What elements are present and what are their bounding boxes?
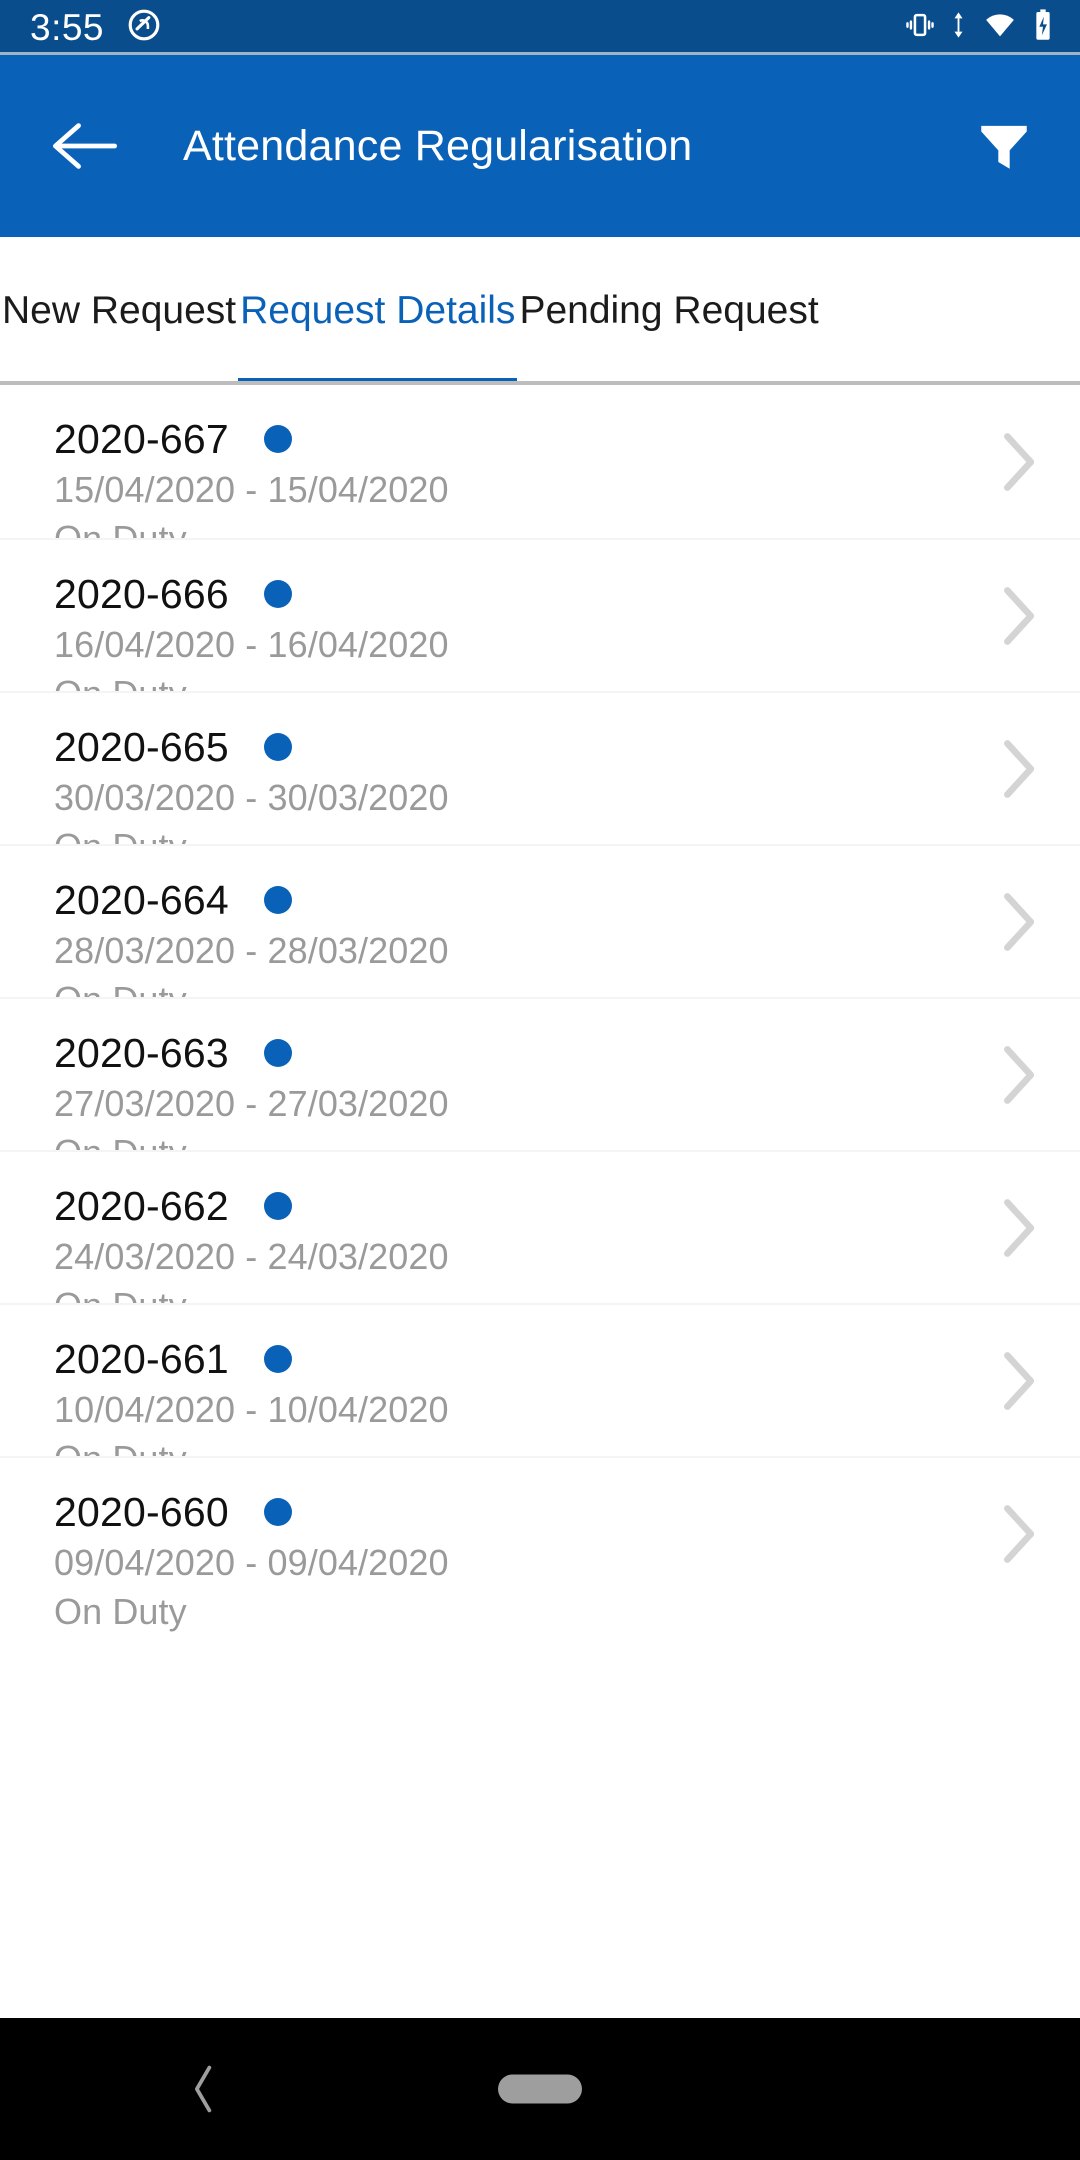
nav-back-button[interactable] — [178, 2063, 230, 2115]
table-row[interactable]: 2020-663 27/03/2020 - 27/03/2020 On Duty — [0, 997, 1080, 1173]
row-header: 2020-660 — [54, 1486, 1080, 1538]
row-header: 2020-661 — [54, 1333, 1080, 1385]
back-button[interactable] — [46, 107, 124, 185]
row-header: 2020-664 — [54, 874, 1080, 926]
app-bar: Attendance Regularisation — [0, 55, 1080, 237]
do-not-disturb-icon — [126, 7, 162, 48]
table-row[interactable]: 2020-660 09/04/2020 - 09/04/2020 On Duty — [0, 1456, 1080, 1632]
vibrate-icon — [904, 9, 936, 46]
battery-charging-icon — [1032, 8, 1054, 47]
chevron-right-icon — [1004, 1198, 1035, 1257]
status-badge — [263, 1498, 292, 1526]
table-row[interactable]: 2020-665 30/03/2020 - 30/03/2020 On Duty — [0, 691, 1080, 867]
row-header: 2020-663 — [54, 1027, 1080, 1079]
filter-button[interactable] — [966, 108, 1042, 184]
table-row[interactable]: 2020-661 10/04/2020 - 10/04/2020 On Duty — [0, 1303, 1080, 1479]
table-row[interactable]: 2020-664 28/03/2020 - 28/03/2020 On Duty — [0, 844, 1080, 1020]
request-date-range: 24/03/2020 - 24/03/2020 — [54, 1236, 449, 1277]
chevron-right-icon — [1004, 586, 1035, 645]
request-type: On Duty — [54, 1591, 187, 1632]
phone-screen: 3:55 Attendance Regularisation New Reque… — [0, 0, 1080, 2160]
row-header: 2020-662 — [54, 1180, 1080, 1232]
tab-new-request[interactable]: New Request — [0, 237, 238, 385]
row-header: 2020-665 — [54, 721, 1080, 773]
request-list[interactable]: 2020-667 15/04/2020 - 15/04/2020 On Duty… — [0, 385, 1080, 2018]
chevron-right-icon — [1004, 739, 1035, 798]
data-transfer-arrows-icon — [949, 9, 968, 46]
tab-bar: New Request Request Details Pending Requ… — [0, 237, 1080, 385]
status-badge — [263, 1192, 292, 1220]
request-date-range: 09/04/2020 - 09/04/2020 — [54, 1542, 449, 1583]
chevron-right-icon — [1004, 1351, 1035, 1410]
nav-back-icon — [194, 2065, 212, 2113]
nav-home-button[interactable] — [498, 2074, 582, 2104]
page-title: Attendance Regularisation — [183, 121, 693, 170]
request-date-range: 15/04/2020 - 15/04/2020 — [54, 469, 449, 510]
filter-funnel-icon — [981, 125, 1027, 169]
android-navigation-bar — [0, 2018, 1080, 2160]
tab-pending-request[interactable]: Pending Request — [517, 237, 820, 385]
status-badge — [263, 733, 292, 761]
request-id: 2020-663 — [54, 1029, 229, 1076]
chevron-right-icon — [1004, 432, 1035, 491]
tab-request-details[interactable]: Request Details — [238, 237, 518, 385]
status-bar: 3:55 — [0, 0, 1080, 55]
status-badge — [263, 1039, 292, 1067]
request-id: 2020-667 — [54, 415, 229, 462]
tab-label: Pending Request — [519, 289, 819, 332]
table-row[interactable]: 2020-662 24/03/2020 - 24/03/2020 On Duty — [0, 1150, 1080, 1326]
row-header: 2020-666 — [54, 568, 1080, 620]
request-id: 2020-661 — [54, 1335, 229, 1382]
chevron-right-icon — [1004, 1045, 1035, 1104]
request-date-range: 10/04/2020 - 10/04/2020 — [54, 1389, 449, 1430]
status-badge — [263, 886, 292, 914]
request-date-range: 16/04/2020 - 16/04/2020 — [54, 624, 449, 665]
table-row[interactable]: 2020-667 15/04/2020 - 15/04/2020 On Duty — [0, 385, 1080, 559]
status-badge — [263, 425, 292, 453]
request-date-range: 27/03/2020 - 27/03/2020 — [54, 1083, 449, 1124]
request-id: 2020-665 — [54, 723, 229, 770]
chevron-right-icon — [1004, 1504, 1035, 1563]
request-date-range: 28/03/2020 - 28/03/2020 — [54, 930, 449, 971]
status-badge — [263, 580, 292, 608]
table-row[interactable]: 2020-666 16/04/2020 - 16/04/2020 On Duty — [0, 538, 1080, 714]
chevron-right-icon — [1004, 892, 1035, 951]
request-date-range: 30/03/2020 - 30/03/2020 — [54, 777, 449, 818]
tab-label: New Request — [2, 289, 237, 332]
request-id: 2020-664 — [54, 876, 229, 923]
status-bar-left: 3:55 — [30, 7, 162, 48]
request-id: 2020-666 — [54, 570, 229, 617]
tab-label: Request Details — [240, 289, 516, 332]
status-badge — [263, 1345, 292, 1373]
wifi-icon — [981, 9, 1019, 46]
back-arrow-icon — [52, 123, 118, 169]
status-clock: 3:55 — [30, 7, 105, 48]
request-id: 2020-662 — [54, 1182, 229, 1229]
status-bar-right — [904, 8, 1054, 47]
row-header: 2020-667 — [54, 413, 1080, 465]
request-id: 2020-660 — [54, 1488, 229, 1535]
